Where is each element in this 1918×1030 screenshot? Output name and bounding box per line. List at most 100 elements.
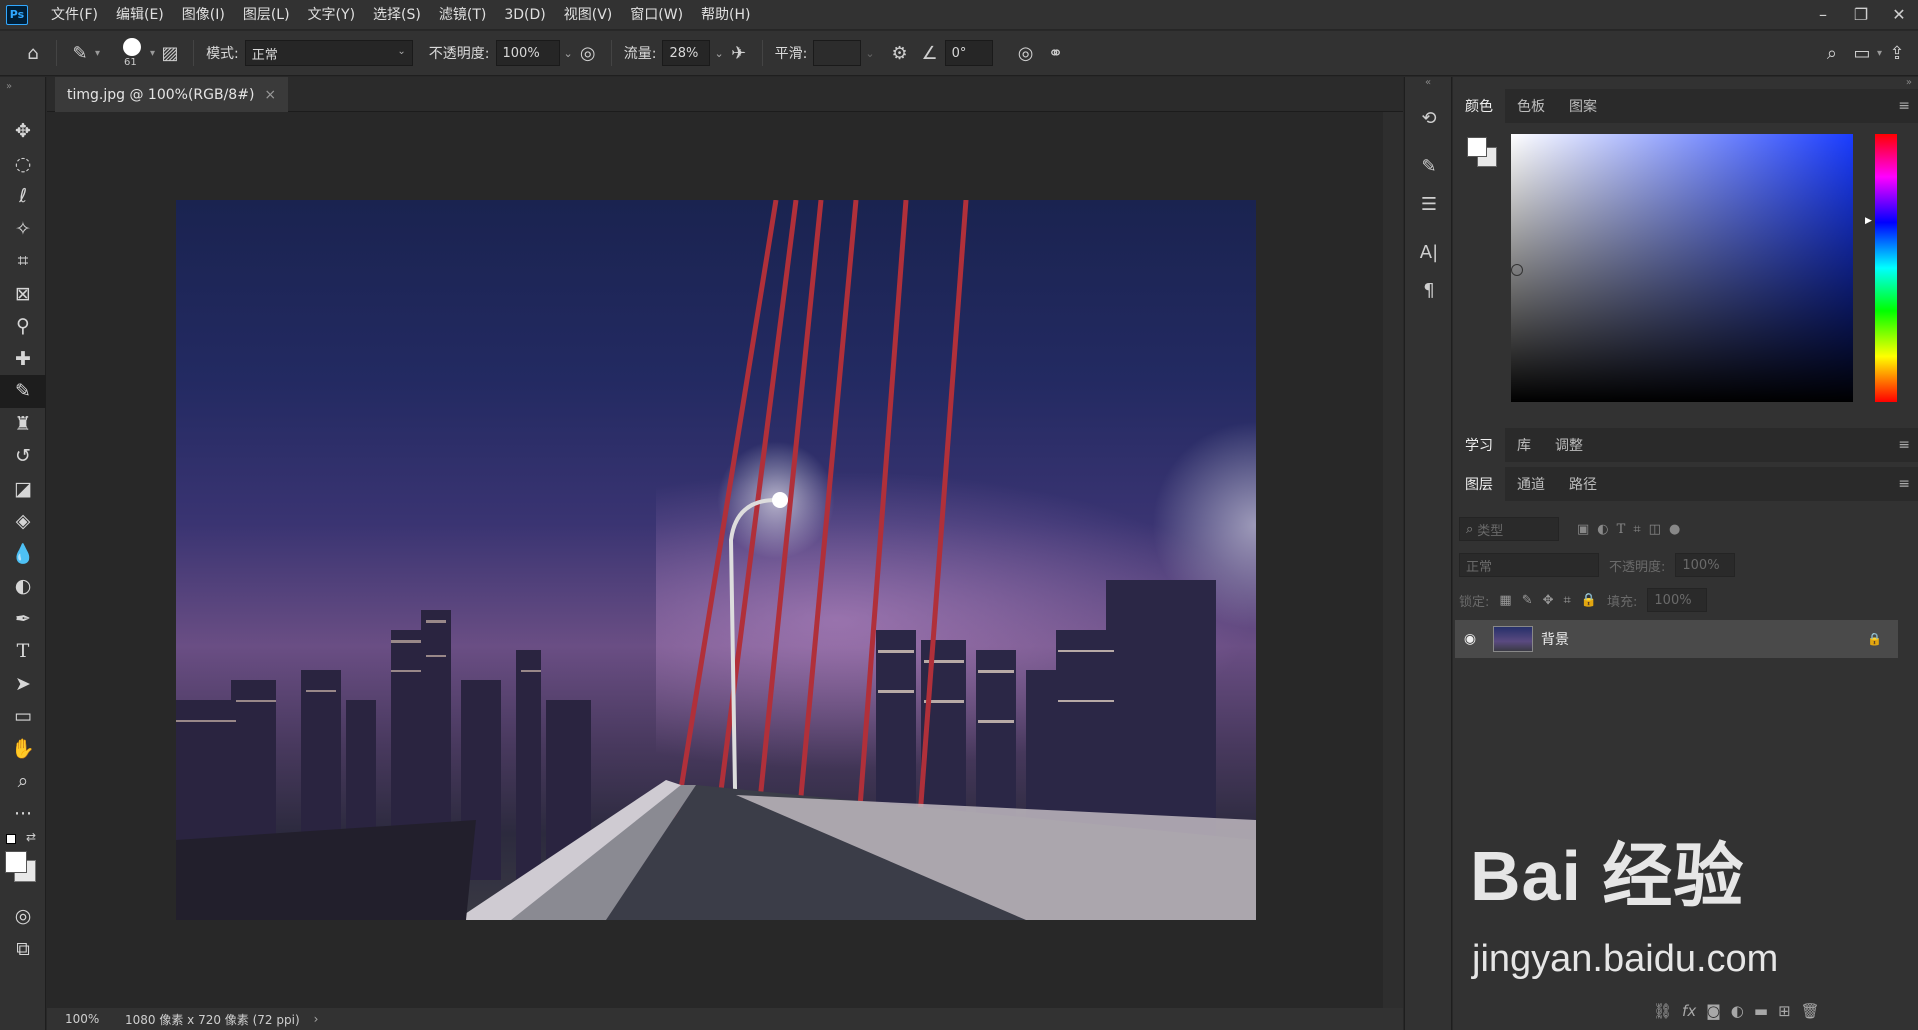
brush-preset-icon[interactable]: ✎: [65, 43, 95, 64]
filter-type-icon[interactable]: T: [1617, 522, 1626, 537]
lock-image-icon[interactable]: ✎: [1522, 593, 1533, 608]
add-mask-icon[interactable]: ◙: [1706, 1002, 1721, 1020]
frame-tool-icon[interactable]: ⊠: [0, 278, 46, 311]
tab-learn[interactable]: 学习: [1453, 428, 1505, 462]
mode-select[interactable]: 正常 ⌄: [244, 40, 413, 66]
color-picker-cursor[interactable]: [1511, 264, 1523, 276]
menu-filter[interactable]: 滤镜(T): [430, 0, 495, 30]
brush-tool-icon[interactable]: ✎: [0, 375, 46, 408]
collapse-arrows-icon[interactable]: «: [1405, 77, 1451, 99]
layer-filter-select[interactable]: ⌕ 类型: [1459, 517, 1559, 541]
tab-libraries[interactable]: 库: [1505, 428, 1543, 462]
tab-adjustments[interactable]: 调整: [1543, 428, 1595, 462]
brush-settings-panel-icon[interactable]: ✎: [1405, 147, 1453, 185]
panel-menu-icon[interactable]: ≡: [1898, 98, 1910, 114]
airbrush-icon[interactable]: ✈: [724, 43, 754, 64]
layer-name[interactable]: 背景: [1541, 629, 1569, 649]
magic-wand-tool-icon[interactable]: ✧: [0, 213, 46, 246]
close-button[interactable]: ✕: [1880, 0, 1918, 30]
angle-input[interactable]: 0°: [944, 40, 993, 66]
character-panel-icon[interactable]: A|: [1405, 233, 1453, 271]
document-tab[interactable]: timg.jpg @ 100%(RGB/8#) ×: [55, 77, 289, 112]
zoom-level[interactable]: 100%: [65, 1012, 115, 1026]
status-menu-arrow[interactable]: ›: [314, 1012, 319, 1026]
healing-brush-tool-icon[interactable]: ✚: [0, 343, 46, 376]
paragraph-panel-icon[interactable]: ¶: [1405, 271, 1453, 309]
tab-swatches[interactable]: 色板: [1505, 89, 1557, 123]
pen-tool-icon[interactable]: ✒: [0, 603, 46, 636]
tab-color[interactable]: 颜色: [1453, 89, 1505, 123]
lock-artboard-icon[interactable]: ⌗: [1564, 593, 1571, 608]
filter-pixel-icon[interactable]: ▣: [1577, 522, 1589, 537]
more-tools-icon[interactable]: ···: [0, 798, 46, 831]
lock-icon[interactable]: 🔒: [1867, 632, 1882, 646]
eraser-tool-icon[interactable]: ◪: [0, 473, 46, 506]
menu-3d[interactable]: 3D(D): [495, 0, 554, 30]
tab-channels[interactable]: 通道: [1505, 467, 1557, 501]
search-icon[interactable]: ⌕: [1817, 43, 1847, 64]
lock-all-icon[interactable]: 🔒: [1581, 593, 1597, 608]
flow-input[interactable]: 28%: [662, 40, 711, 66]
paint-bucket-tool-icon[interactable]: ◈: [0, 505, 46, 538]
filter-shape-icon[interactable]: ⌗: [1633, 522, 1640, 537]
flow-dropdown-icon[interactable]: ⌄: [714, 47, 723, 60]
layer-row[interactable]: ◉ 背景 🔒: [1455, 620, 1898, 658]
link-layers-icon[interactable]: ⛓: [1653, 1002, 1672, 1020]
filter-adjustment-icon[interactable]: ◐: [1597, 522, 1608, 537]
menu-select[interactable]: 选择(S): [364, 0, 430, 30]
panel-menu-icon[interactable]: ≡: [1898, 476, 1910, 492]
hue-slider[interactable]: ▶: [1865, 134, 1897, 402]
menu-layer[interactable]: 图层(L): [234, 0, 299, 30]
zoom-tool-icon[interactable]: ⌕: [0, 765, 46, 798]
color-panel-swatches[interactable]: [1467, 137, 1499, 169]
history-panel-icon[interactable]: ⟲: [1405, 99, 1453, 137]
minimize-button[interactable]: –: [1804, 0, 1842, 30]
menu-view[interactable]: 视图(V): [555, 0, 622, 30]
menu-help[interactable]: 帮助(H): [692, 0, 759, 30]
blend-mode-select[interactable]: 正常: [1459, 553, 1599, 577]
path-selection-tool-icon[interactable]: ➤: [0, 668, 46, 701]
tab-paths[interactable]: 路径: [1557, 467, 1609, 501]
layer-opacity-input[interactable]: 100%: [1675, 553, 1736, 577]
brush-settings-icon[interactable]: ▨: [155, 43, 185, 64]
tab-layers[interactable]: 图层: [1453, 467, 1505, 501]
new-group-icon[interactable]: ▬: [1754, 1002, 1768, 1020]
tab-patterns[interactable]: 图案: [1557, 89, 1609, 123]
gear-icon[interactable]: ⚙: [885, 43, 915, 64]
eyedropper-tool-icon[interactable]: ⚲: [0, 310, 46, 343]
trash-icon[interactable]: 🗑: [1801, 1002, 1820, 1020]
vertical-scrollbar[interactable]: [1383, 112, 1403, 1008]
rectangle-tool-icon[interactable]: ▭: [0, 700, 46, 733]
new-layer-icon[interactable]: ⊞: [1778, 1002, 1791, 1020]
share-icon[interactable]: ⇪: [1882, 43, 1912, 64]
opacity-input[interactable]: 100%: [495, 40, 560, 66]
eye-icon[interactable]: ◉: [1455, 631, 1485, 647]
lasso-tool-icon[interactable]: ℓ: [0, 180, 46, 213]
expand-arrows-icon[interactable]: »: [1906, 77, 1912, 88]
workspace-icon[interactable]: ▭: [1847, 43, 1877, 64]
smoothing-input[interactable]: [813, 40, 862, 66]
hand-tool-icon[interactable]: ✋: [0, 733, 46, 766]
document-image[interactable]: [176, 200, 1256, 920]
menu-edit[interactable]: 编辑(E): [107, 0, 173, 30]
filter-smart-object-icon[interactable]: ◫: [1649, 522, 1661, 537]
pressure-size-icon[interactable]: ◎: [1011, 43, 1041, 64]
collapse-arrows-icon[interactable]: »: [0, 77, 45, 115]
properties-panel-icon[interactable]: ☰: [1405, 185, 1453, 223]
close-icon[interactable]: ×: [264, 87, 276, 103]
color-swatches[interactable]: ⇄: [0, 830, 45, 900]
menu-window[interactable]: 窗口(W): [621, 0, 692, 30]
pressure-opacity-icon[interactable]: ◎: [573, 43, 603, 64]
history-brush-tool-icon[interactable]: ↺: [0, 440, 46, 473]
blur-tool-icon[interactable]: 💧: [0, 538, 46, 571]
filter-toggle-icon[interactable]: ●: [1669, 522, 1680, 537]
clone-stamp-tool-icon[interactable]: ♜: [0, 408, 46, 441]
smoothing-dropdown-icon[interactable]: ⌄: [865, 47, 874, 60]
color-picker-field[interactable]: [1511, 134, 1853, 402]
menu-type[interactable]: 文字(Y): [299, 0, 364, 30]
fill-input[interactable]: 100%: [1647, 588, 1708, 612]
marquee-tool-icon[interactable]: ◌: [0, 148, 46, 181]
panel-menu-icon[interactable]: ≡: [1898, 437, 1910, 453]
quick-mask-icon[interactable]: ◎: [0, 900, 46, 933]
menu-image[interactable]: 图像(I): [173, 0, 234, 30]
